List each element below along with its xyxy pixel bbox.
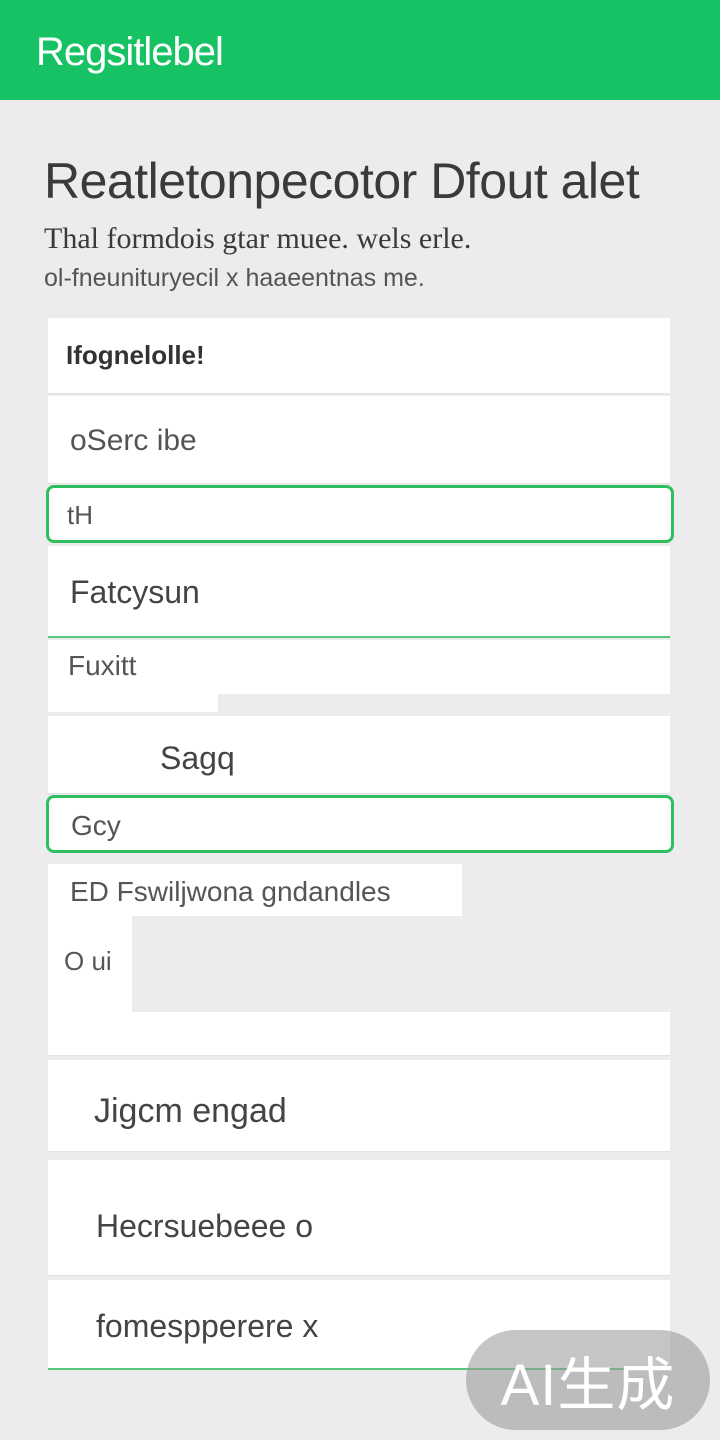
form-field-4[interactable]: Fuxitt bbox=[48, 640, 670, 694]
app-bar: Regsitlebel bbox=[0, 0, 720, 100]
form-field-8-label: O ui bbox=[64, 946, 112, 976]
form-field-2-label: tH bbox=[67, 500, 93, 530]
form-section-header: Ifognelolle! bbox=[48, 318, 670, 394]
form-field-10-label: Hecrsuebeee o bbox=[96, 1208, 314, 1244]
form-field-3[interactable]: Fatcysun bbox=[48, 546, 670, 638]
form-field-7-label: ED Fswiljwona gndandles bbox=[70, 876, 391, 907]
form-field-5[interactable]: Sagq bbox=[48, 716, 670, 794]
form-field-3-label: Fatcysun bbox=[70, 574, 200, 610]
form-field-6-label: Gcy bbox=[71, 810, 121, 841]
form-field-6-input[interactable]: Gcy bbox=[46, 795, 674, 853]
form-field-10[interactable]: Hecrsuebeee o bbox=[48, 1160, 670, 1276]
page-subtitle-line-2: ol-fneunituryecil x haaeentnas me. bbox=[44, 264, 425, 292]
app-bar-title: Regsitlebel bbox=[36, 30, 224, 74]
form-field-7[interactable]: ED Fswiljwona gndandles bbox=[48, 864, 462, 916]
form-field-11-label: fomespperere x bbox=[96, 1308, 319, 1344]
page-subtitle-line-1: Thal formdois gtar muee. wels erle. bbox=[44, 222, 472, 255]
form-field-8-gap bbox=[132, 916, 670, 1012]
form-field-9[interactable]: Jigcm engad bbox=[48, 1060, 670, 1152]
form-section-heading: Ifognelolle! bbox=[66, 340, 205, 370]
form-field-1-label: oSerc ibe bbox=[70, 424, 197, 457]
ai-generated-badge-text: AI生成 bbox=[500, 1353, 676, 1418]
form-field-4-tail bbox=[48, 694, 218, 712]
page-title: Reatletonpecotor Dfout alet bbox=[44, 153, 640, 209]
form-field-4-label: Fuxitt bbox=[68, 650, 137, 681]
form-field-1[interactable]: oSerc ibe bbox=[48, 396, 670, 484]
ai-generated-badge: AI生成 bbox=[466, 1330, 710, 1430]
form-field-5-label: Sagq bbox=[160, 740, 235, 776]
form-field-9-label: Jigcm engad bbox=[94, 1092, 287, 1130]
form-field-2-input[interactable]: tH bbox=[46, 485, 674, 543]
